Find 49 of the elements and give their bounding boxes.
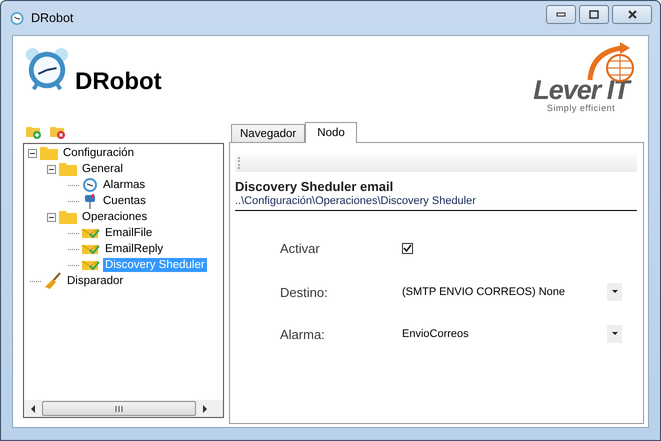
caret-icon [612, 290, 618, 294]
dropdown[interactable]: (SMTP ENVIO CORREOS) None [402, 282, 622, 302]
globe-arrow-icon [586, 42, 636, 82]
minimize-button[interactable] [546, 4, 576, 24]
alarm-clock-icon [23, 47, 71, 93]
envelope-check-icon [82, 227, 100, 239]
tree-item[interactable]: Cuentas [101, 194, 148, 208]
close-button[interactable] [612, 4, 652, 24]
tree-item[interactable]: EmailReply [103, 242, 166, 256]
tree-item[interactable]: Configuración [61, 146, 136, 160]
logo-text: Lever IT [533, 77, 629, 103]
tree-item[interactable]: EmailFile [103, 226, 154, 240]
node-path: ..\Configuración\Operaciones\Discovery Sheduler [235, 195, 477, 207]
field-label: Alarma: [280, 326, 326, 342]
folder-icon [40, 146, 58, 160]
node-title: Discovery Sheduler email [235, 179, 394, 194]
collapse-toggle[interactable] [28, 148, 37, 158]
tree-item[interactable]: Alarmas [101, 178, 148, 192]
clock-icon [82, 177, 98, 193]
minimize-icon [556, 11, 566, 17]
scroll-thumb[interactable] [42, 401, 196, 416]
logo-tagline: Simply efficient [546, 103, 616, 113]
tab[interactable]: Nodo [305, 122, 357, 143]
mailbox-icon [82, 193, 98, 209]
collapse-toggle[interactable] [47, 164, 56, 174]
broom-icon [44, 272, 62, 290]
delete-folder-icon[interactable] [50, 125, 66, 139]
close-icon [626, 10, 638, 18]
maximize-icon [589, 10, 599, 18]
field-label: Activar [280, 240, 321, 256]
dropdown[interactable]: EnvioCorreos [402, 324, 622, 344]
tree-item[interactable]: Disparador [65, 274, 126, 288]
envelope-check-icon [82, 259, 100, 271]
envelope-check-icon [82, 243, 100, 255]
horizontal-scrollbar[interactable] [24, 400, 223, 417]
checkbox[interactable] [402, 242, 413, 254]
tree-item[interactable]: General [80, 162, 125, 176]
app-name: DRobot [75, 68, 162, 96]
tab[interactable]: Navegador [231, 124, 306, 142]
add-folder-icon[interactable] [26, 125, 42, 139]
maximize-button[interactable] [579, 4, 609, 24]
folder-icon [59, 162, 77, 176]
field-label: Destino: [280, 284, 329, 300]
tree-item[interactable]: Operaciones [80, 210, 150, 224]
clock-icon [9, 10, 25, 26]
window-title: DRobot [31, 11, 74, 25]
collapse-toggle[interactable] [47, 212, 56, 222]
folder-icon [59, 210, 77, 224]
caret-icon [612, 332, 618, 336]
